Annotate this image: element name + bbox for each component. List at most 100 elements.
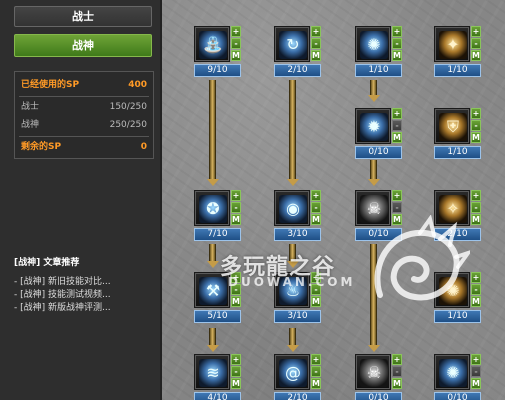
skill-controls: + - M	[231, 272, 241, 308]
skill-plus-button[interactable]: +	[392, 108, 402, 119]
skill-minus-button[interactable]: -	[311, 202, 321, 213]
skill-icon-frame[interactable]: ♨	[274, 272, 310, 308]
skill-max-button[interactable]: M	[471, 296, 481, 307]
skill-max-button[interactable]: M	[392, 132, 402, 143]
skill-max-button[interactable]: M	[311, 214, 321, 225]
divider	[19, 136, 149, 137]
skill-max-button[interactable]: M	[471, 214, 481, 225]
skill-plus-button[interactable]: +	[471, 190, 481, 201]
skill-minus-button[interactable]: -	[231, 284, 241, 295]
skill-plus-button[interactable]: +	[311, 190, 321, 201]
skill-minus-button[interactable]: -	[231, 38, 241, 49]
skill-slot: ✦ + - M 1/10	[434, 26, 482, 78]
article-link[interactable]: - [战神] 新版战神评测...	[14, 302, 154, 315]
sp-used-value: 400	[128, 80, 147, 90]
skill-controls: + - M	[392, 26, 402, 62]
tree-connector	[368, 244, 380, 352]
skill-minus-button[interactable]: -	[311, 366, 321, 377]
skill-max-button[interactable]: M	[231, 378, 241, 389]
skill-icon-frame[interactable]: ✺	[355, 26, 391, 62]
skill-icon-frame[interactable]: ⚒	[194, 272, 230, 308]
skill-icon-frame[interactable]: ☠	[355, 354, 391, 390]
article-link[interactable]: - [战神] 技能测试视频...	[14, 289, 154, 302]
skill-plus-button[interactable]: +	[231, 354, 241, 365]
skill-max-button[interactable]: M	[231, 50, 241, 61]
skill-slot: ↻ + - M 2/10	[274, 26, 322, 78]
skill-minus-button[interactable]: -	[392, 38, 402, 49]
skill-plus-button[interactable]: +	[471, 26, 481, 37]
skill-minus-button[interactable]: -	[392, 366, 402, 377]
blue-spirit-icon: ✺	[439, 359, 467, 387]
tree-connector	[287, 328, 299, 352]
skill-icon-frame[interactable]: ↻	[274, 26, 310, 62]
sp-subclass-label: 战神	[21, 120, 40, 130]
skill-max-button[interactable]: M	[231, 214, 241, 225]
skill-level: 1/10	[434, 310, 481, 323]
skill-plus-button[interactable]: +	[231, 272, 241, 283]
blue-flame-icon: ♨	[279, 277, 307, 305]
gold-spin-icon: ✺	[439, 277, 467, 305]
skill-icon-frame[interactable]: ⛲	[194, 26, 230, 62]
skill-max-button[interactable]: M	[471, 378, 481, 389]
blue-wave-icon: ≋	[199, 359, 227, 387]
skill-level: 1/10	[434, 146, 481, 159]
skill-icon-frame[interactable]: ✺	[434, 354, 470, 390]
skill-minus-button[interactable]: -	[471, 366, 481, 377]
skill-plus-button[interactable]: +	[471, 354, 481, 365]
skill-icon-frame[interactable]: ◉	[274, 190, 310, 226]
skill-plus-button[interactable]: +	[231, 26, 241, 37]
skill-plus-button[interactable]: +	[231, 190, 241, 201]
skill-level: 3/10	[274, 228, 321, 241]
skill-level: 0/10	[355, 392, 402, 400]
skill-slot: ✹ + - M 0/10	[355, 108, 403, 160]
skill-minus-button[interactable]: -	[471, 120, 481, 131]
skill-minus-button[interactable]: -	[471, 202, 481, 213]
skill-icon-frame[interactable]: ✺	[434, 272, 470, 308]
skill-controls: + - M	[311, 354, 321, 390]
subclass-button[interactable]: 战神	[14, 34, 152, 57]
skill-max-button[interactable]: M	[311, 50, 321, 61]
skill-controls: + - M	[231, 190, 241, 226]
skill-plus-button[interactable]: +	[471, 108, 481, 119]
skill-minus-button[interactable]: -	[311, 284, 321, 295]
skill-max-button[interactable]: M	[231, 296, 241, 307]
skill-icon-frame[interactable]: ✧	[434, 190, 470, 226]
skill-icon-frame[interactable]: ☠	[355, 190, 391, 226]
skill-level: 0/10	[355, 228, 402, 241]
article-link[interactable]: - [战神] 新旧技能对比...	[14, 276, 154, 289]
skill-minus-button[interactable]: -	[392, 120, 402, 131]
sp-remaining-row: 剩余的SP 0	[21, 140, 147, 154]
left-panel: 战士 战神 已经使用的SP 400 战士 150/250 战神 250/250 …	[0, 0, 160, 400]
skill-plus-button[interactable]: +	[311, 26, 321, 37]
skill-max-button[interactable]: M	[392, 378, 402, 389]
skill-slot: @ + - M 2/10	[274, 354, 322, 400]
skill-icon-frame[interactable]: ✦	[434, 26, 470, 62]
skill-minus-button[interactable]: -	[392, 202, 402, 213]
skill-plus-button[interactable]: +	[392, 354, 402, 365]
skill-plus-button[interactable]: +	[311, 354, 321, 365]
skill-icon-frame[interactable]: ✪	[194, 190, 230, 226]
skill-controls: + - M	[311, 26, 321, 62]
tree-connector	[207, 80, 219, 186]
skill-max-button[interactable]: M	[392, 214, 402, 225]
skill-minus-button[interactable]: -	[311, 38, 321, 49]
skill-plus-button[interactable]: +	[311, 272, 321, 283]
skill-plus-button[interactable]: +	[471, 272, 481, 283]
skill-max-button[interactable]: M	[311, 296, 321, 307]
skill-icon-frame[interactable]: ⛨	[434, 108, 470, 144]
skill-minus-button[interactable]: -	[231, 366, 241, 377]
skill-max-button[interactable]: M	[392, 50, 402, 61]
skill-plus-button[interactable]: +	[392, 190, 402, 201]
skill-max-button[interactable]: M	[471, 132, 481, 143]
skill-minus-button[interactable]: -	[231, 202, 241, 213]
skill-controls: + - M	[311, 272, 321, 308]
skill-level: 3/10	[274, 310, 321, 323]
skill-max-button[interactable]: M	[311, 378, 321, 389]
skill-icon-frame[interactable]: ≋	[194, 354, 230, 390]
skill-max-button[interactable]: M	[471, 50, 481, 61]
skill-minus-button[interactable]: -	[471, 284, 481, 295]
skill-minus-button[interactable]: -	[471, 38, 481, 49]
skill-icon-frame[interactable]: @	[274, 354, 310, 390]
skill-icon-frame[interactable]: ✹	[355, 108, 391, 144]
skill-plus-button[interactable]: +	[392, 26, 402, 37]
